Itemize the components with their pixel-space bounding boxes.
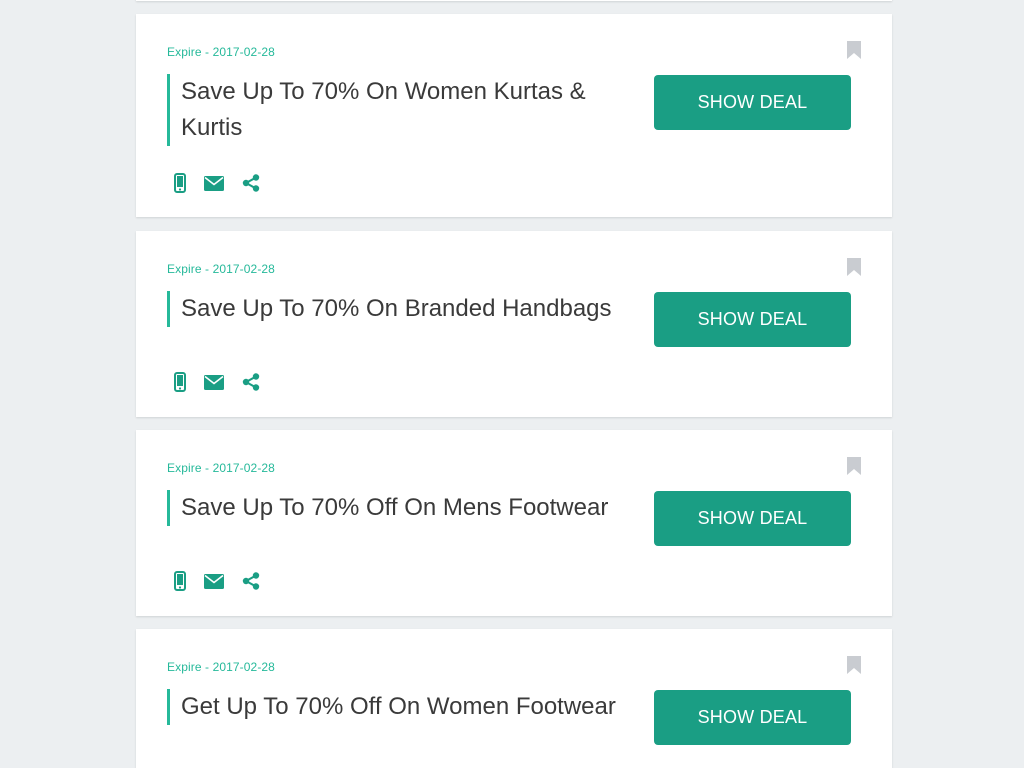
bookmark-icon[interactable] [847, 258, 861, 276]
deal-title-block: Save Up To 70% On Women Kurtas & Kurtis [167, 74, 631, 146]
share-icon[interactable] [242, 172, 260, 194]
deal-title-block: Get Up To 70% Off On Women Footwear [167, 689, 631, 725]
deal-title-block: Save Up To 70% On Branded Handbags [167, 291, 631, 327]
expire-date: Expire - 2017-02-28 [167, 660, 275, 674]
deal-card: Expire - 2017-02-28 Save Up To 70% Off O… [136, 430, 892, 616]
bookmark-icon[interactable] [847, 41, 861, 59]
deal-actions [174, 371, 260, 393]
bookmark-icon[interactable] [847, 457, 861, 475]
deal-card: Expire - 2017-02-28 Save Up To 70% On Br… [136, 231, 892, 417]
deal-card: Expire - 2017-02-28 Get Up To 70% Off On… [136, 629, 892, 768]
bookmark-icon[interactable] [847, 656, 861, 674]
expire-date: Expire - 2017-02-28 [167, 262, 275, 276]
deal-card-previous [136, 0, 892, 1]
expire-date: Expire - 2017-02-28 [167, 461, 275, 475]
show-deal-button[interactable]: SHOW DEAL [654, 292, 851, 347]
deal-actions [174, 172, 260, 194]
show-deal-button[interactable]: SHOW DEAL [654, 690, 851, 745]
expire-date: Expire - 2017-02-28 [167, 45, 275, 59]
deal-title-block: Save Up To 70% Off On Mens Footwear [167, 490, 631, 526]
share-icon[interactable] [242, 371, 260, 393]
deal-title[interactable]: Get Up To 70% Off On Women Footwear [181, 689, 631, 725]
show-deal-button[interactable]: SHOW DEAL [654, 75, 851, 130]
envelope-icon[interactable] [204, 570, 224, 592]
deal-title[interactable]: Save Up To 70% Off On Mens Footwear [181, 490, 631, 526]
deal-card: Expire - 2017-02-28 Save Up To 70% On Wo… [136, 14, 892, 217]
mobile-icon[interactable] [174, 371, 186, 393]
deal-actions [174, 570, 260, 592]
envelope-icon[interactable] [204, 371, 224, 393]
mobile-icon[interactable] [174, 172, 186, 194]
show-deal-button[interactable]: SHOW DEAL [654, 491, 851, 546]
deal-title[interactable]: Save Up To 70% On Branded Handbags [181, 291, 631, 327]
envelope-icon[interactable] [204, 172, 224, 194]
mobile-icon[interactable] [174, 570, 186, 592]
deal-title[interactable]: Save Up To 70% On Women Kurtas & Kurtis [181, 74, 631, 146]
share-icon[interactable] [242, 570, 260, 592]
